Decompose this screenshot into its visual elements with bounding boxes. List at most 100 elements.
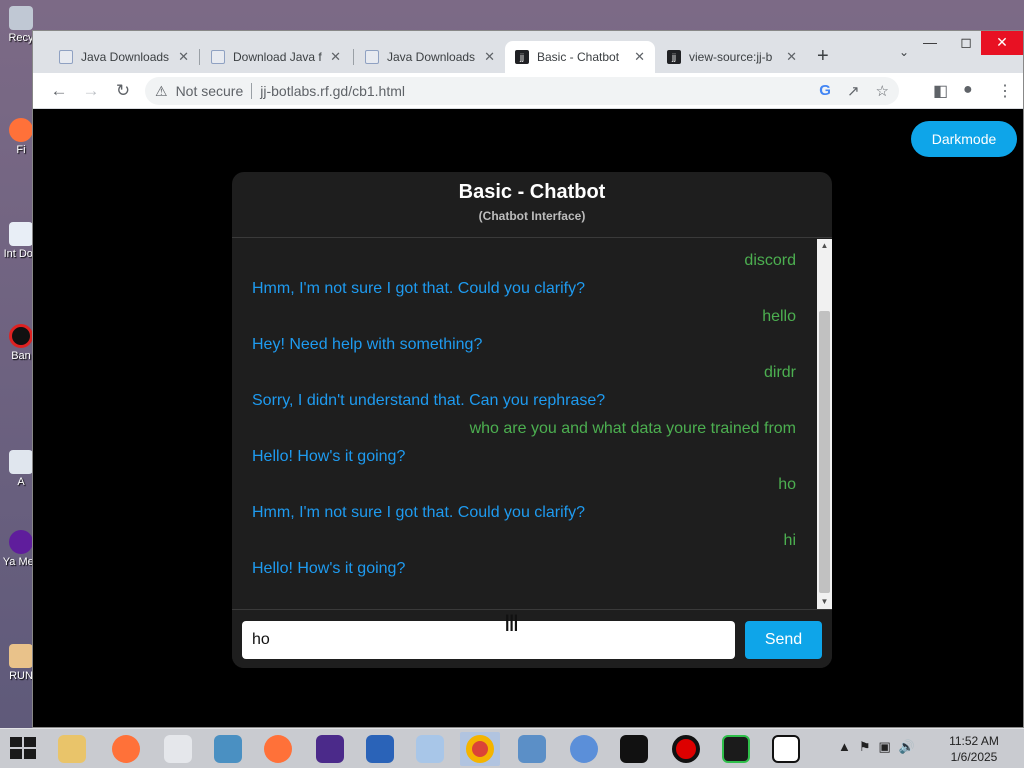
address-bar[interactable]: ⚠ Not secure jj-botlabs.rf.gd/cb1.html G… [145, 77, 899, 105]
clock-time: 11:52 AM [949, 734, 999, 748]
tab-view-source[interactable]: jj view-source:jj-b ✕ [657, 41, 807, 73]
yahoo-messenger-icon [9, 530, 33, 554]
java-icon [365, 50, 379, 64]
new-tab-button[interactable]: + [817, 45, 829, 68]
taskbar-7zip[interactable] [766, 732, 806, 766]
scroll-up-arrow-icon[interactable]: ▲ [817, 239, 832, 253]
desktop-icon-label: Fi [16, 144, 26, 156]
chat-scrollbar[interactable]: ▲ ▼ [817, 239, 832, 609]
firefox-icon [264, 735, 292, 763]
flag-icon[interactable]: ⚑ [859, 739, 871, 755]
control-panel-icon [518, 735, 546, 763]
taskbar-media-player[interactable] [410, 732, 450, 766]
page-viewport: Darkmode Basic - Chatbot (Chatbot Interf… [33, 110, 1023, 727]
bot-message: Hey! Need help with something? [252, 336, 483, 353]
taskbar-control-panel[interactable] [512, 732, 552, 766]
taskbar-firefox-2[interactable] [258, 732, 298, 766]
minimize-button[interactable]: — [913, 31, 947, 55]
tab-close-icon[interactable]: ✕ [634, 49, 645, 65]
remote-desktop-icon [214, 735, 242, 763]
terminal-icon [722, 735, 750, 763]
send-button[interactable]: Send [745, 621, 822, 659]
browser-toolbar: ← → ↻ ⚠ Not secure jj-botlabs.rf.gd/cb1.… [33, 73, 1023, 109]
warning-icon[interactable]: ⚠ [155, 83, 168, 100]
show-hidden-icons-chevron-icon[interactable]: ▲ [838, 739, 851, 755]
record-icon [672, 735, 700, 763]
bookmark-star-icon[interactable]: ☆ [876, 82, 889, 100]
tab-download-java[interactable]: Download Java f ✕ [201, 41, 351, 73]
reload-icon[interactable]: ↻ [111, 79, 135, 103]
taskbar-chrome[interactable] [460, 732, 500, 766]
close-window-button[interactable]: ✕ [981, 31, 1023, 55]
taskbar-terminal[interactable] [716, 732, 756, 766]
tab-close-icon[interactable]: ✕ [330, 49, 341, 65]
user-message: ho [778, 476, 796, 493]
bot-message: Hello! How's it going? [252, 560, 406, 577]
chat-log[interactable]: discord Hmm, I'm not sure I got that. Co… [232, 239, 816, 609]
security-status[interactable]: Not secure [176, 83, 244, 99]
command-prompt-icon [620, 735, 648, 763]
taskbar-powershell[interactable] [360, 732, 400, 766]
start-button[interactable] [10, 737, 38, 761]
chatbot-container: Basic - Chatbot (Chatbot Interface) disc… [232, 172, 832, 668]
taskbar-runner[interactable] [158, 732, 198, 766]
text-cursor-icon: Ⅲ [504, 612, 520, 637]
taskbar-cmd[interactable] [614, 732, 654, 766]
scroll-down-arrow-icon[interactable]: ▼ [817, 595, 832, 609]
windows-logo-pane [24, 749, 36, 759]
kebab-menu-icon[interactable]: ⋮ [997, 81, 1013, 101]
side-panel-icon[interactable]: ◧ [933, 81, 948, 101]
bot-message: Sorry, I didn't understand that. Can you… [252, 392, 606, 409]
taskbar-recorder[interactable] [666, 732, 706, 766]
taskbar-firefox[interactable] [106, 732, 146, 766]
profile-avatar-icon[interactable]: ● [963, 81, 973, 99]
scrollbar-thumb[interactable] [819, 311, 830, 593]
share-icon[interactable]: ↗ [847, 82, 860, 100]
forward-arrow-icon[interactable]: → [79, 79, 103, 103]
firefox-icon [112, 735, 140, 763]
tab-search-chevron-icon[interactable]: ⌄ [899, 45, 909, 59]
windows-logo-pane [24, 737, 36, 747]
tab-title: Download Java f [233, 50, 322, 64]
taskbar-cpu-tool[interactable] [310, 732, 350, 766]
chromium-icon [570, 735, 598, 763]
omnibox-divider [251, 83, 253, 99]
taskbar: ▲ ⚑ ▣ 🔊 11:52 AM 1/6/2025 [0, 728, 1024, 768]
tab-separator [353, 49, 354, 65]
bot-message: Hello! How's it going? [252, 448, 406, 465]
network-icon[interactable]: ▣ [879, 739, 891, 755]
tab-java-downloads-2[interactable]: Java Downloads ✕ [355, 41, 505, 73]
taskbar-remote-desktop[interactable] [208, 732, 248, 766]
powershell-icon [366, 735, 394, 763]
back-arrow-icon[interactable]: ← [47, 79, 71, 103]
app-icon [9, 450, 33, 474]
7zip-icon [772, 735, 800, 763]
tab-title: Java Downloads [81, 50, 170, 64]
tab-close-icon[interactable]: ✕ [484, 49, 495, 65]
tab-title: Basic - Chatbot [537, 50, 620, 64]
download-manager-icon [9, 222, 33, 246]
desktop-icon-label: Recy [8, 32, 34, 44]
url-text[interactable]: jj-botlabs.rf.gd/cb1.html [260, 83, 405, 99]
tab-title: view-source:jj-b [689, 50, 773, 64]
firefox-icon [9, 118, 33, 142]
run-icon [9, 644, 33, 668]
volume-icon[interactable]: 🔊 [899, 739, 915, 755]
jj-icon: jj [515, 50, 529, 64]
taskbar-chromium[interactable] [564, 732, 604, 766]
system-clock[interactable]: 11:52 AM 1/6/2025 [930, 733, 1018, 765]
darkmode-button[interactable]: Darkmode [911, 121, 1017, 157]
tab-close-icon[interactable]: ✕ [786, 49, 797, 65]
chat-message-input[interactable] [242, 621, 735, 659]
tab-java-downloads-1[interactable]: Java Downloads ✕ [49, 41, 199, 73]
google-icon[interactable]: G [819, 82, 831, 100]
taskbar-file-explorer[interactable] [52, 732, 92, 766]
chat-input-bar: Send [232, 609, 832, 668]
maximize-button[interactable]: ◻ [949, 31, 983, 55]
media-player-icon [416, 735, 444, 763]
user-message: hi [783, 532, 796, 549]
chat-title: Basic - Chatbot [458, 181, 606, 203]
tab-basic-chatbot[interactable]: jj Basic - Chatbot ✕ [505, 41, 655, 73]
tab-close-icon[interactable]: ✕ [178, 49, 189, 65]
bot-message: Hmm, I'm not sure I got that. Could you … [252, 504, 585, 521]
